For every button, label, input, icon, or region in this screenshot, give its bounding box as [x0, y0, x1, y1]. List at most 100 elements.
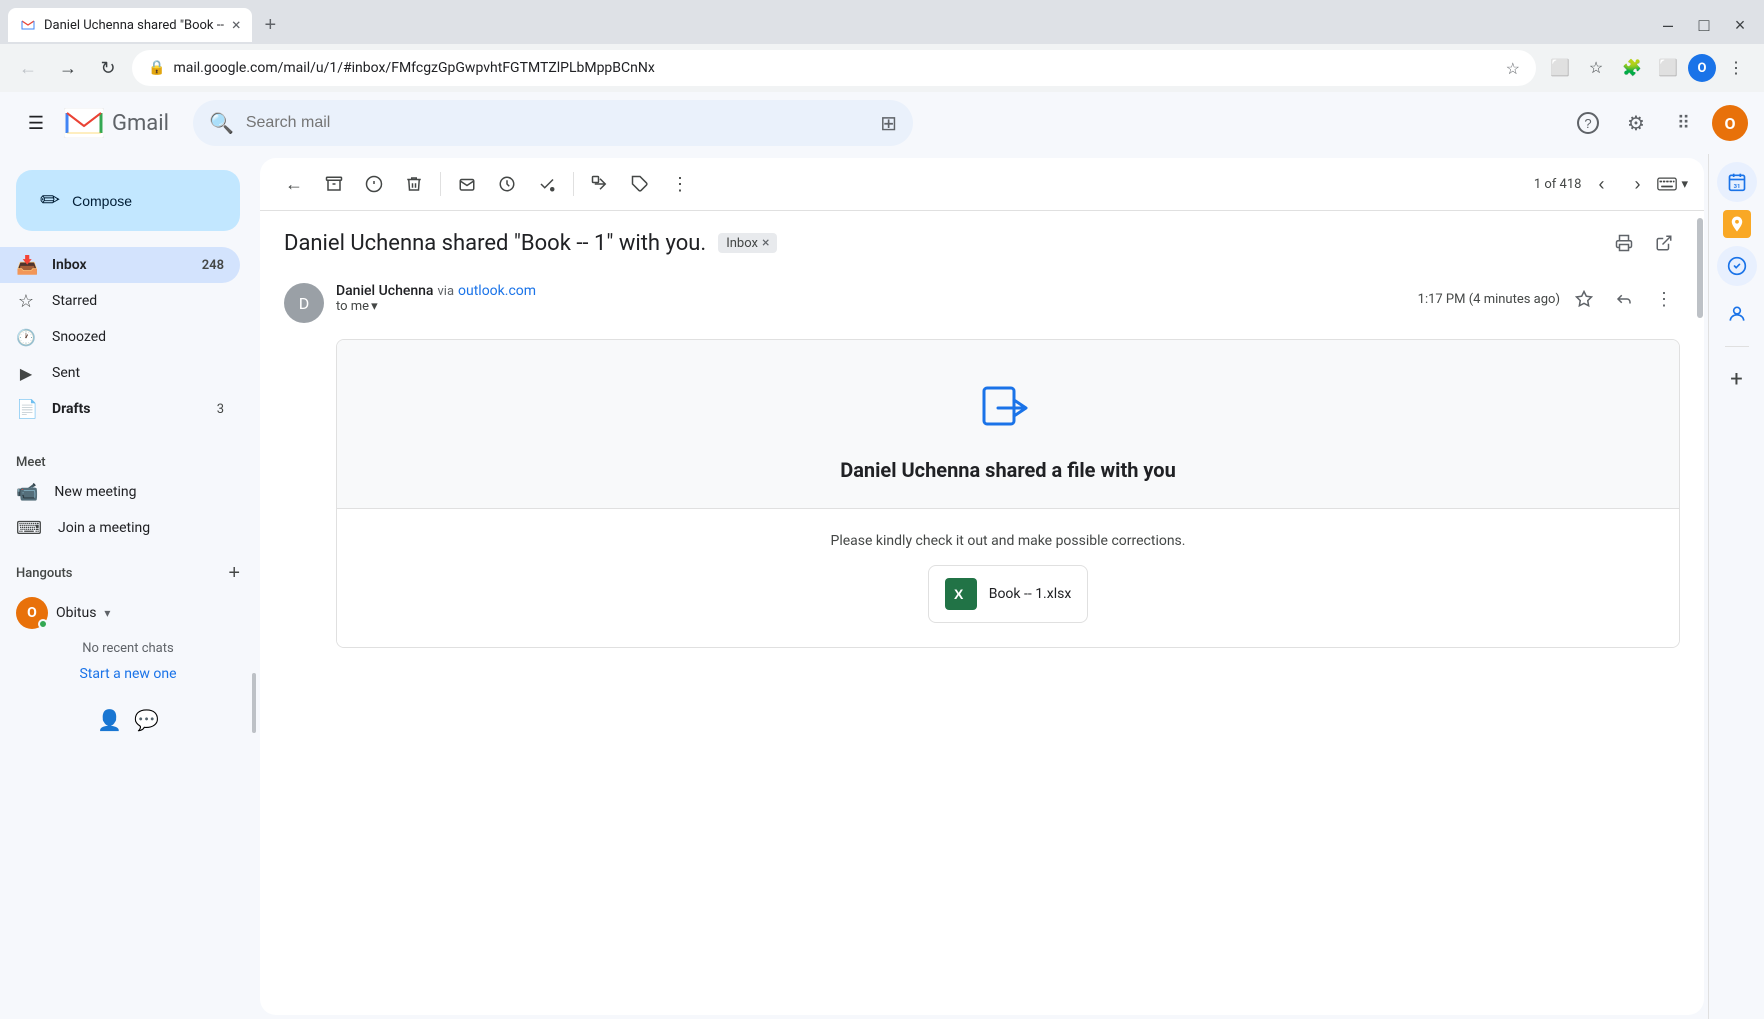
share-file-icon — [980, 380, 1036, 436]
spam-button[interactable] — [356, 166, 392, 202]
new-meeting-label: New meeting — [54, 484, 136, 500]
cast-icon[interactable]: ⬜ — [1544, 52, 1576, 84]
email-scrollbar[interactable] — [1696, 158, 1704, 1015]
browser-back-button[interactable]: ← — [12, 52, 44, 84]
help-button[interactable]: ? — [1568, 103, 1608, 143]
file-attachment[interactable]: X Book -- 1.xlsx — [928, 565, 1089, 623]
add-panel-button[interactable]: + — [1717, 359, 1757, 399]
email-recipient[interactable]: to me ▾ — [336, 299, 1406, 314]
back-to-inbox-button[interactable]: ← — [276, 166, 312, 202]
compose-plus-icon: ✏ — [40, 186, 60, 215]
prev-email-button[interactable]: ‹ — [1585, 168, 1617, 200]
extensions-icon[interactable]: 🧩 — [1616, 52, 1648, 84]
hangouts-chat-icon[interactable]: 💬 — [134, 708, 159, 732]
browser-refresh-button[interactable]: ↻ — [92, 52, 124, 84]
sidebar-item-starred[interactable]: ☆ Starred — [0, 283, 240, 319]
snooze-button[interactable] — [489, 166, 525, 202]
hamburger-menu-button[interactable]: ☰ — [16, 103, 56, 143]
tasks-panel-button[interactable] — [1717, 246, 1757, 286]
sidebar-item-drafts[interactable]: 📄 Drafts 3 — [0, 391, 240, 427]
next-email-button[interactable]: › — [1621, 168, 1653, 200]
address-bar[interactable]: 🔒 mail.google.com/mail/u/1/#inbox/FMfcgz… — [132, 50, 1536, 86]
toolbar-right: 1 of 418 ‹ › ▾ — [1534, 168, 1688, 200]
reply-button[interactable] — [1608, 283, 1640, 315]
sidebar-item-snoozed[interactable]: 🕐 Snoozed — [0, 319, 240, 355]
window-minimize-button[interactable]: – — [1652, 9, 1684, 41]
keyboard-shortcut-button[interactable]: ▾ — [1657, 176, 1688, 192]
lock-icon: 🔒 — [148, 60, 165, 76]
start-new-chat-link[interactable]: Start a new one — [0, 664, 256, 684]
more-email-actions-button[interactable]: ⋮ — [1648, 283, 1680, 315]
tab-title: Daniel Uchenna shared "Book -- — [44, 18, 224, 33]
keep-panel-button[interactable] — [1723, 210, 1751, 238]
drafts-count: 3 — [217, 402, 224, 417]
hangouts-user: O Obitus ▾ — [0, 593, 256, 633]
search-filter-icon[interactable]: ⊞ — [880, 111, 897, 135]
apps-button[interactable]: ⠿ — [1664, 103, 1704, 143]
hangouts-add-button[interactable]: + — [228, 562, 240, 585]
contacts-icon — [1727, 304, 1747, 324]
pagination-text: 1 of 418 — [1534, 177, 1582, 192]
more-actions-button[interactable]: ⋮ — [662, 166, 698, 202]
delete-icon — [405, 175, 423, 193]
calendar-panel-button[interactable]: 31 — [1717, 162, 1757, 202]
gmail-header: ☰ Gmail 🔍 ⊞ ? — [0, 92, 1764, 154]
email-subject-title: Daniel Uchenna shared "Book -- 1" with y… — [284, 231, 706, 256]
email-body-text: Please kindly check it out and make poss… — [361, 533, 1655, 549]
bookmark-icon[interactable]: ☆ — [1580, 52, 1612, 84]
window-close-button[interactable]: × — [1724, 9, 1756, 41]
browser-profile-button[interactable]: O — [1688, 54, 1716, 82]
mark-unread-button[interactable] — [449, 166, 485, 202]
email-toolbar: ← — [260, 158, 1704, 211]
sender-email-link[interactable]: outlook.com — [458, 283, 536, 299]
account-avatar[interactable]: O — [1712, 105, 1748, 141]
compose-button[interactable]: ✏ Compose — [16, 170, 240, 231]
contacts-panel-button[interactable] — [1717, 294, 1757, 334]
hangouts-dropdown-icon[interactable]: ▾ — [104, 606, 110, 620]
hangouts-avatar-letter: O — [27, 605, 37, 621]
split-screen-icon[interactable]: ⬜ — [1652, 52, 1684, 84]
add-task-button[interactable] — [529, 166, 565, 202]
gmail-favicon — [20, 17, 36, 33]
browser-menu-button[interactable]: ⋮ — [1720, 52, 1752, 84]
archive-icon — [325, 175, 343, 193]
sender-name: Daniel Uchenna — [336, 283, 433, 299]
sidebar-item-inbox[interactable]: 📥 Inbox 248 — [0, 247, 240, 283]
search-input[interactable] — [246, 114, 868, 132]
address-text: mail.google.com/mail/u/1/#inbox/FMfcgzGp… — [173, 60, 654, 76]
inbox-badge-label: Inbox — [726, 236, 758, 251]
subject-right-actions — [1608, 227, 1680, 259]
star-icon — [1575, 290, 1593, 308]
move-to-button[interactable] — [582, 166, 618, 202]
new-tab-button[interactable]: + — [256, 10, 284, 41]
move-to-icon — [591, 175, 609, 193]
browser-forward-button[interactable]: → — [52, 52, 84, 84]
no-recent-chats-text: No recent chats — [0, 633, 256, 664]
keyboard-icon — [1657, 177, 1677, 191]
tab-close-button[interactable]: × — [232, 17, 241, 33]
sidebar-item-sent[interactable]: ▶ Sent — [0, 355, 240, 391]
calendar-icon: 31 — [1727, 172, 1747, 192]
hangouts-header: Hangouts + — [0, 554, 256, 593]
window-maximize-button[interactable]: □ — [1688, 9, 1720, 41]
hangouts-people-icon[interactable]: 👤 — [97, 708, 122, 732]
print-button[interactable] — [1608, 227, 1640, 259]
browser-frame: Daniel Uchenna shared "Book -- × + – □ ×… — [0, 0, 1764, 92]
email-body-bottom: Please kindly check it out and make poss… — [337, 509, 1679, 647]
open-in-new-window-button[interactable] — [1648, 227, 1680, 259]
sidebar-item-new-meeting[interactable]: 📹 New meeting — [0, 474, 256, 510]
star-email-button[interactable] — [1568, 283, 1600, 315]
archive-button[interactable] — [316, 166, 352, 202]
meet-section-label: Meet — [0, 443, 256, 474]
star-icon[interactable]: ☆ — [1506, 59, 1520, 78]
email-body-top: Daniel Uchenna shared a file with you — [337, 340, 1679, 509]
sidebar-scrollbar[interactable] — [252, 673, 256, 733]
label-button[interactable] — [622, 166, 658, 202]
settings-button[interactable]: ⚙ — [1616, 103, 1656, 143]
sidebar-item-join-meeting[interactable]: ⌨ Join a meeting — [0, 510, 256, 546]
inbox-badge-close[interactable]: × — [762, 235, 769, 251]
delete-button[interactable] — [396, 166, 432, 202]
browser-tab[interactable]: Daniel Uchenna shared "Book -- × — [8, 8, 252, 42]
starred-label: Starred — [52, 293, 224, 309]
hangouts-status-dot — [38, 619, 48, 629]
